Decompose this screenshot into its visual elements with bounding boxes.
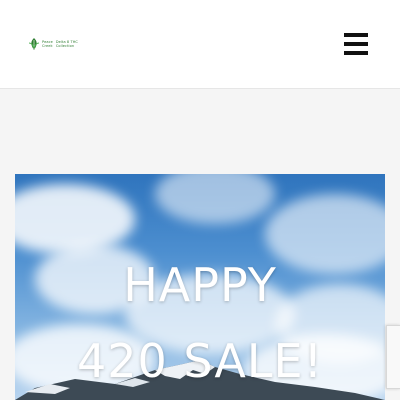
leaf-logo-icon: [28, 37, 40, 51]
hamburger-menu-button[interactable]: [344, 33, 370, 55]
logo-tagline: Delta 8 THC Collection: [56, 40, 78, 48]
site-header: Peace Creek Delta 8 THC Collection: [0, 0, 400, 89]
hero-headline-line2: 420 SALE!: [76, 334, 324, 388]
logo-line2: Creek: [42, 44, 53, 48]
logo-tagline2: Collection: [55, 44, 75, 48]
recaptcha-badge[interactable]: [386, 325, 400, 389]
menu-bar-bottom: [344, 51, 368, 55]
site-logo[interactable]: Peace Creek Delta 8 THC Collection: [28, 36, 78, 52]
logo-text: Peace Creek: [42, 40, 53, 48]
menu-bar-top: [344, 33, 368, 37]
menu-bar-middle: [344, 42, 368, 46]
hero-headline-line1: HAPPY: [123, 258, 277, 312]
hero-banner[interactable]: HAPPY 420 SALE!: [15, 174, 385, 400]
